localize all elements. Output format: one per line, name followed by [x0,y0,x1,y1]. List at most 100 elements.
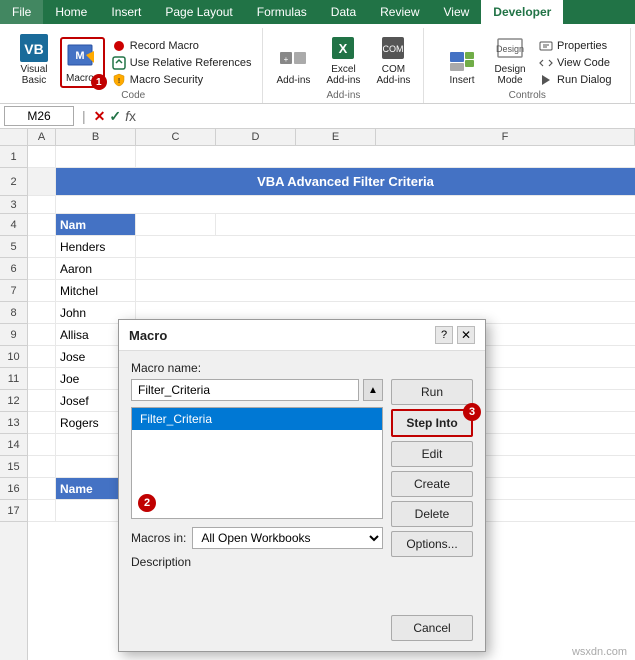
step-into-button[interactable]: Step Into [391,409,473,437]
row-num-7: 7 [0,280,27,302]
col-header-f[interactable]: F [376,129,635,145]
cell-4d[interactable] [216,214,635,235]
col-header-b[interactable]: B [56,129,136,145]
record-macro-button[interactable]: Record Macro [109,38,255,54]
properties-button[interactable]: Properties [536,38,614,54]
cell-4b[interactable]: Nam [56,214,136,235]
cell-7c[interactable] [136,280,635,301]
row-3 [28,196,635,214]
cancel-button[interactable]: Cancel [391,615,473,641]
view-code-label: View Code [557,57,610,69]
tab-page-layout[interactable]: Page Layout [153,0,244,24]
cell-12a[interactable] [28,390,56,411]
cell-13a[interactable] [28,412,56,433]
visual-basic-button[interactable]: VB VisualBasic [12,30,56,88]
cell-5b[interactable]: Henders [56,236,136,257]
com-addins-button[interactable]: COM COMAdd-ins [371,30,415,88]
svg-text:Design: Design [496,44,524,54]
tab-file[interactable]: File [0,0,43,24]
cell-1a[interactable] [28,146,56,167]
cell-6b[interactable]: Aaron [56,258,136,279]
cell-1b[interactable] [56,146,136,167]
cell-7b[interactable]: Mitchel [56,280,136,301]
cell-3a[interactable] [28,196,56,213]
tab-review[interactable]: Review [368,0,431,24]
tab-formulas[interactable]: Formulas [245,0,319,24]
macro-icon: M [66,41,98,73]
formula-x-icon[interactable]: ✕ [94,108,106,125]
formula-input[interactable] [140,107,631,125]
cell-2a[interactable] [28,168,56,195]
design-mode-button[interactable]: Design DesignMode [488,30,532,88]
cell-2-title[interactable]: VBA Advanced Filter Criteria [56,168,635,195]
com-addins-icon: COM [377,32,409,64]
macro-security-label: Macro Security [130,74,203,86]
col-header-e[interactable]: E [296,129,376,145]
dialog-window-controls: ? ✕ [435,326,475,344]
tab-data[interactable]: Data [319,0,368,24]
options-button[interactable]: Options... [391,531,473,557]
row-num-15: 15 [0,456,27,478]
addins-icon: + [277,43,309,75]
row-num-13: 13 [0,412,27,434]
row-num-2: 2 [0,168,27,196]
col-header-a[interactable]: A [28,129,56,145]
excel-addins-label: ExcelAdd-ins [327,64,361,86]
row-num-5: 5 [0,236,27,258]
cell-4a[interactable] [28,214,56,235]
cell-9a[interactable] [28,324,56,345]
run-dialog-button[interactable]: Run Dialog [536,72,614,88]
excel-addins-button[interactable]: X ExcelAdd-ins [321,30,365,88]
formula-icons: ✕ ✓ fx [94,108,136,125]
macro-security-button[interactable]: ! Macro Security [109,72,255,88]
edit-button[interactable]: Edit [391,441,473,467]
dialog-title: Macro [129,328,167,343]
svg-text:VB: VB [24,41,43,57]
run-button[interactable]: Run [391,379,473,405]
tab-developer[interactable]: Developer [481,0,563,24]
insert-label: Insert [450,75,475,86]
cell-6a[interactable] [28,258,56,279]
tab-home[interactable]: Home [43,0,99,24]
cell-10a[interactable] [28,346,56,367]
cell-8a[interactable] [28,302,56,323]
macro-list[interactable]: Filter_Criteria 2 [131,407,383,519]
cell-7a[interactable] [28,280,56,301]
addins-button[interactable]: + Add-ins [271,41,315,88]
view-code-button[interactable]: View Code [536,55,614,71]
cell-14a[interactable] [28,434,56,455]
macros-in-select[interactable]: All Open Workbooks This Workbook [192,527,383,549]
row-num-11: 11 [0,368,27,390]
row-2: VBA Advanced Filter Criteria [28,168,635,196]
vb-icon: VB [18,32,50,64]
create-button[interactable]: Create [391,471,473,497]
col-header-d[interactable]: D [216,129,296,145]
relative-references-button[interactable]: Use Relative References [109,55,255,71]
cell-5a[interactable] [28,236,56,257]
cell-reference[interactable] [4,106,74,126]
col-header-c[interactable]: C [136,129,216,145]
code-group-label: Code [121,88,145,103]
cell-16a[interactable] [28,478,56,499]
cell-17a[interactable] [28,500,56,521]
tab-view[interactable]: View [432,0,482,24]
cell-4c[interactable] [136,214,216,235]
dialog-help-button[interactable]: ? [435,326,453,344]
macro-scroll-button[interactable]: ▲ [363,379,383,401]
cell-3bc[interactable] [56,196,635,213]
macro-list-item-selected[interactable]: Filter_Criteria [132,408,382,430]
cell-6c[interactable] [136,258,635,279]
macro-name-input[interactable] [131,379,359,401]
cell-11a[interactable] [28,368,56,389]
cell-15a[interactable] [28,456,56,477]
formula-check-icon[interactable]: ✓ [109,108,121,125]
cell-1c[interactable] [136,146,635,167]
insert-button[interactable]: Insert [440,41,484,88]
dialog-close-button[interactable]: ✕ [457,326,475,344]
row-6: Aaron [28,258,635,280]
tab-insert[interactable]: Insert [99,0,153,24]
formula-fx-icon[interactable]: fx [125,108,136,124]
design-mode-label: DesignMode [494,64,525,86]
cell-5c[interactable] [136,236,635,257]
delete-button[interactable]: Delete [391,501,473,527]
